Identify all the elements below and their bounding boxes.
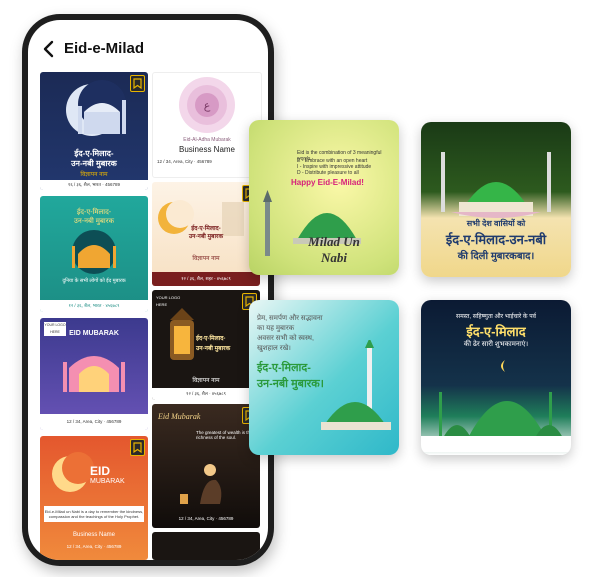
post-line: खुशहाल रखे। (257, 345, 291, 352)
app-header: Eid-e-Milad (28, 20, 268, 66)
post-line: अवसर सभी को स्वस्थ, (257, 335, 314, 342)
card-greeting: ईद-ए-मिलाद- (76, 209, 112, 216)
post-line: सभी देश वासियों को (466, 219, 526, 228)
crescent-moon-icon (52, 452, 94, 492)
bookmark-icon[interactable] (130, 75, 145, 92)
back-arrow-icon[interactable] (38, 38, 60, 60)
green-dome-icon (321, 340, 391, 430)
card-subtitle: विज्ञापन नाम (80, 172, 108, 178)
post-line: की दिली मुबारकबाद। (457, 251, 535, 262)
phone-screen: Eid-e-Milad ईद-ए-मिलाद- उन-नबी मुबारक वि… (28, 20, 268, 560)
card-address: १२ / ३६, शैल, शहर - ४५६७८९ (152, 272, 260, 286)
template-card[interactable]: YOUR LOGO HERE ईद-ए-मिलाद- उन-नबी मुबारक… (152, 290, 260, 400)
floral-mandala-icon: ع (179, 77, 235, 133)
phone-frame: Eid-e-Milad ईद-ए-मिलाद- उन-नबी मुबारक वि… (22, 14, 274, 566)
card-quote: The greatest of wealth is the richness o… (196, 430, 253, 440)
template-card[interactable]: ع Eid-Al-Adha Mubarak Business Name 12 /… (152, 72, 262, 178)
card-business: Business Name (178, 145, 236, 154)
post-greeting: ईद-ए-मिलाद- (257, 362, 311, 374)
post-art-text-2: Nabi (321, 250, 347, 265)
svg-text:ع: ع (204, 100, 211, 112)
post-line: ईद-ए-मिलाद-उन-नबी (445, 232, 547, 247)
card-business: विज्ञापन नाम (192, 378, 220, 384)
post-line: की ढेर सारी शुभकामनाएं। (463, 341, 529, 348)
card-title: EID (90, 464, 111, 478)
card-greeting: ईद-ए-मिलाद- (191, 226, 221, 232)
bookmark-icon[interactable] (130, 439, 145, 456)
post-line: प्रेम, समर्पण और सद्भावना (257, 315, 323, 322)
card-greeting-2: उन-नबी मुबारक (71, 159, 117, 168)
card-address: १२ / ३६, शैल · ४५६७८९ (152, 388, 260, 400)
template-card[interactable]: ईद-ए-मिलाद- उन-नबी मुबारक विज्ञापन नाम १… (152, 182, 260, 286)
card-greeting-2: उन-नबी मुबारक (74, 218, 114, 225)
green-dome-icon (421, 360, 571, 452)
post-art-text: Milad Un (308, 234, 360, 249)
green-dome-icon (441, 152, 551, 218)
card-title: EID MUBARAK (69, 330, 119, 337)
mosque-icon (63, 356, 125, 392)
post-preview[interactable]: प्रेम, समर्पण और सद्भावना का यह मुबारक अ… (249, 300, 399, 455)
template-card[interactable]: Eid Mubarak The greatest of wealth is th… (152, 404, 260, 528)
card-message: Eid-e-Milad un Nabi is a day to remember… (44, 506, 144, 522)
post-line: का यह मुबारक (257, 325, 295, 332)
page-title: Eid-e-Milad (64, 40, 145, 57)
post-preview[interactable]: Eid is the combination of 3 meaningful w… (249, 120, 399, 275)
post-preview[interactable]: समस्त, सहिष्णुता और भाईचारे के पर्व ईद-ए… (421, 300, 571, 455)
post-greeting: Happy Eid-E-Milad! (291, 178, 364, 187)
card-address: 12 / 34, Area, City · 456789 (40, 414, 148, 430)
praying-figure-icon (180, 464, 222, 504)
template-card[interactable]: EID MUBARAK Eid-e-Milad un Nabi is a day… (40, 436, 148, 560)
template-card[interactable] (152, 532, 260, 560)
card-caption: Eid-Al-Adha Mubarak (183, 137, 231, 143)
post-title: ईद-ए-मिलाद (466, 324, 526, 339)
card-footer: विज्ञापन नाम (192, 256, 220, 262)
card-message: दुनिया के सभी लोगों को ईद मुबारक (62, 278, 126, 284)
post-line: समस्त, सहिष्णुता और भाईचारे के पर्व (456, 314, 536, 320)
card-address: 12 / 34, Area, City · 456789 (157, 159, 212, 164)
template-card[interactable]: ईद-ए-मिलाद- उन-नबी मुबारक विज्ञापन नाम १… (40, 72, 148, 190)
post-line: D - Distribute pleasure to all (297, 170, 359, 176)
post-preview[interactable]: सभी देश वासियों को ईद-ए-मिलाद-उन-नबी की … (421, 122, 571, 277)
card-business: Business Name (72, 532, 116, 538)
card-footer: १२ / ३६, शैल, भारत · ४५६७८९ (40, 300, 148, 312)
card-title-2: MUBARAK (90, 478, 125, 485)
card-address: 12 / 34, Area, City · 456789 (178, 516, 234, 521)
card-address: 12 / 34, Area, City · 456789 (66, 544, 122, 549)
card-footer: १६ / ३६, शैल, भारत · 456789 (40, 180, 148, 190)
template-card[interactable]: ईद-ए-मिलाद- उन-नबी मुबारक दुनिया के सभी … (40, 196, 148, 312)
template-card[interactable]: YOUR LOGO HERE EID MUBARAK 12 / 34, Area… (40, 318, 148, 430)
mosque-icon (72, 230, 116, 274)
card-greeting-2: उन-नबी मुबारक (188, 234, 224, 240)
